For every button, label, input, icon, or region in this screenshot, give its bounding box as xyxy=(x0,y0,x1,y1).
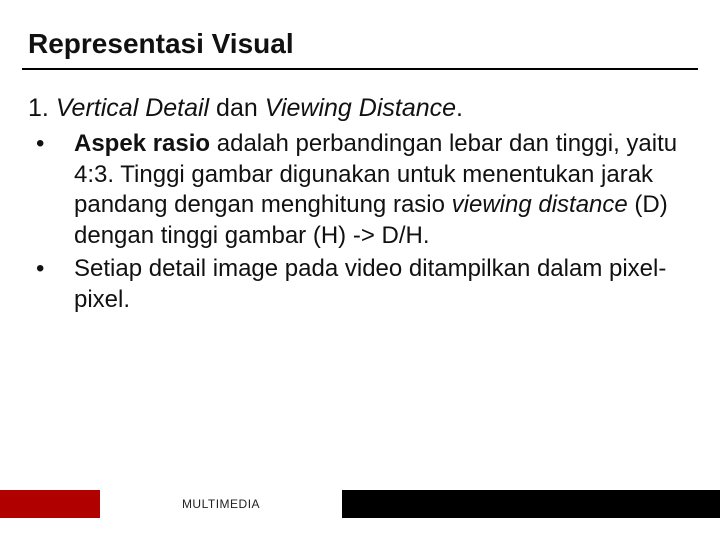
slide-content: 1. Vertical Detail dan Viewing Distance.… xyxy=(0,70,720,315)
list-item: • Setiap detail image pada video ditampi… xyxy=(36,254,692,315)
footer-bar: MULTIMEDIA xyxy=(0,490,720,518)
footer-red-block xyxy=(0,490,100,518)
bullet-icon: • xyxy=(36,254,74,285)
numbered-part4: . xyxy=(456,94,463,122)
slide-title: Representasi Visual xyxy=(0,0,720,68)
numbered-heading: 1. Vertical Detail dan Viewing Distance. xyxy=(28,94,692,123)
list-item: • Aspek rasio adalah perbandingan lebar … xyxy=(36,129,692,252)
footer-label: MULTIMEDIA xyxy=(100,490,342,518)
bullet-icon: • xyxy=(36,129,74,160)
bullet-list: • Aspek rasio adalah perbandingan lebar … xyxy=(28,129,692,315)
numbered-part1: Vertical Detail xyxy=(56,94,209,122)
numbered-part3: Viewing Distance xyxy=(265,94,456,122)
numbered-part2: dan xyxy=(209,94,265,122)
bullet-text: Aspek rasio adalah perbandingan lebar da… xyxy=(74,129,692,252)
bullet-text: Setiap detail image pada video ditampilk… xyxy=(74,254,692,315)
footer-black-block xyxy=(342,490,720,518)
numbered-number: 1. xyxy=(28,94,49,122)
